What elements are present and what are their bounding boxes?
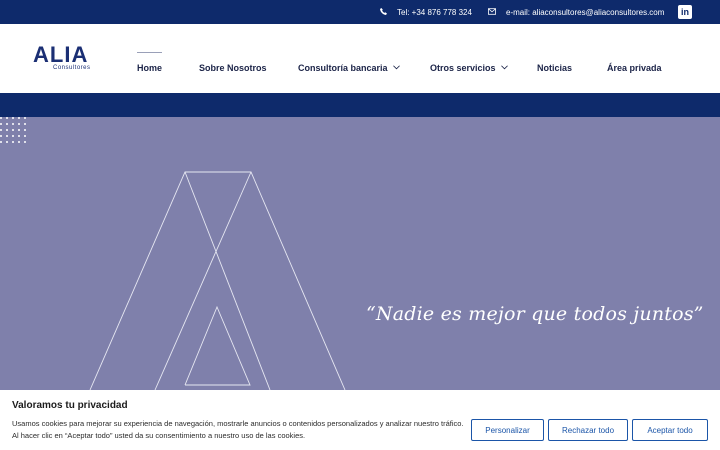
nav-sobre-nosotros-label: Sobre Nosotros (199, 63, 267, 73)
chevron-down-icon (500, 64, 508, 72)
nav-noticias[interactable]: Noticias (537, 63, 572, 73)
top-contact-bar: Tel: +34 876 778 324 e-mail: aliaconsult… (0, 0, 720, 24)
reject-all-button[interactable]: Rechazar todo (548, 419, 628, 441)
nav-otros-servicios[interactable]: Otros servicios (430, 63, 508, 73)
linkedin-glyph: in (681, 7, 689, 17)
phone-icon (380, 8, 387, 17)
site-header: ALIA Consultores Home Sobre Nosotros Con… (0, 24, 720, 93)
nav-sobre-nosotros[interactable]: Sobre Nosotros (199, 63, 267, 73)
email-address: e-mail: aliaconsultores@aliaconsultores.… (506, 8, 665, 17)
nav-active-indicator (137, 52, 162, 53)
phone-contact[interactable]: Tel: +34 876 778 324 (380, 8, 472, 17)
nav-otros-label: Otros servicios (430, 63, 496, 73)
logo-subtitle: Consultores (53, 65, 91, 71)
cookie-description: Usamos cookies para mejorar su experienc… (12, 419, 464, 440)
nav-home[interactable]: Home (137, 63, 162, 73)
hero-quote: “Nadie es mejor que todos juntos” (366, 303, 704, 325)
cookie-title: Valoramos tu privacidad (12, 400, 128, 411)
email-contact[interactable]: e-mail: aliaconsultores@aliaconsultores.… (488, 8, 664, 17)
accept-all-button[interactable]: Aceptar todo (632, 419, 708, 441)
nav-consultoria-bancaria[interactable]: Consultoría bancaria (298, 63, 400, 73)
nav-area-privada-label: Área privada (607, 63, 662, 73)
nav-home-label: Home (137, 63, 163, 73)
alia-logo[interactable]: ALIA Consultores (33, 42, 103, 76)
mail-icon (488, 8, 496, 17)
phone-number: Tel: +34 876 778 324 (397, 8, 472, 17)
dot-grid-decoration (0, 117, 26, 143)
nav-area-privada[interactable]: Área privada (607, 63, 662, 73)
navy-band (0, 93, 720, 117)
linkedin-icon[interactable]: in (678, 5, 692, 19)
chevron-down-icon (392, 64, 400, 72)
cookie-consent-banner: Valoramos tu privacidad Usamos cookies p… (0, 390, 720, 450)
nav-noticias-label: Noticias (537, 63, 573, 73)
customize-button[interactable]: Personalizar (471, 419, 544, 441)
nav-consultoria-label: Consultoría bancaria (298, 63, 388, 73)
